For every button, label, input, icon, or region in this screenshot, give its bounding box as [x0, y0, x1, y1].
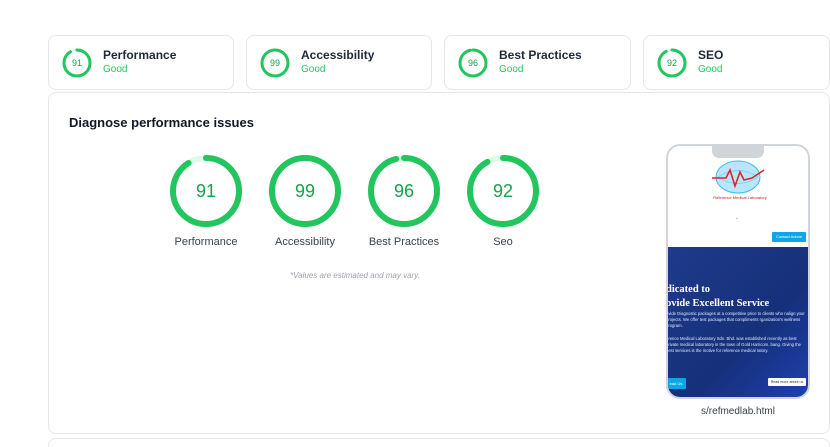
gauge-score: 91	[195, 181, 217, 201]
score-gauge: 92	[656, 47, 688, 79]
score-value: 91	[71, 57, 82, 68]
card-title: Performance	[103, 48, 177, 62]
summary-card-performance[interactable]: 91 Performance Good	[48, 35, 234, 90]
panel-title: Diagnose performance issues	[69, 115, 254, 130]
preview-url: s/refmedlab.html	[701, 406, 775, 417]
hero-secondary-button: Read more about us	[768, 378, 806, 386]
gauge-best-practices: 96 Best Practices	[354, 153, 454, 248]
score-gauge: 99	[259, 47, 291, 79]
gauge-label: Performance	[174, 236, 238, 248]
hero-title-line-2: ovide Excellent Service	[666, 298, 770, 309]
score-value: 96	[467, 57, 478, 68]
summary-card-best-practices[interactable]: 96 Best Practices Good	[444, 35, 631, 90]
gauge-accessibility: 99 Accessibility	[255, 153, 355, 248]
score-value: 99	[269, 57, 280, 68]
card-title: Accessibility	[301, 48, 375, 62]
hero-title: dicated to ovide Excellent Service	[666, 283, 770, 311]
summary-card-seo[interactable]: 92 SEO Good	[643, 35, 830, 90]
gauge-score: 99	[294, 181, 316, 201]
card-title: SEO	[698, 48, 724, 62]
score-gauge: 91	[61, 47, 93, 79]
phone-notch	[712, 146, 764, 158]
logo-caption: Reference Medical Laboratory	[713, 195, 767, 200]
hero-paragraph: ovide Diagnostic packages at a competiti…	[666, 311, 805, 328]
contact-admin-button: Contact Admin	[772, 232, 806, 242]
summary-card-accessibility[interactable]: 99 Accessibility Good	[246, 35, 432, 90]
card-title: Best Practices	[499, 48, 582, 62]
hero-primary-button: ead Us	[668, 378, 686, 389]
gauge-score: 92	[492, 181, 514, 201]
gauge-label: Seo	[493, 236, 513, 248]
hero-paragraph-2: erence Medical Laboratory Sdn. Bhd. was …	[666, 336, 801, 353]
small-icon: ▫	[736, 216, 738, 222]
card-status: Good	[499, 64, 524, 75]
card-status: Good	[301, 64, 326, 75]
gauge-label: Best Practices	[368, 236, 440, 248]
gauge-seo: 92 Seo	[453, 153, 553, 248]
card-status: Good	[103, 64, 128, 75]
gauge-score: 96	[393, 181, 415, 201]
hero-section: dicated to ovide Excellent Service ovide…	[668, 247, 808, 397]
gauge-performance: 91 Performance	[156, 153, 256, 248]
lab-logo-icon	[712, 160, 765, 194]
next-section-card	[48, 438, 830, 447]
card-status: Good	[698, 64, 723, 75]
hero-title-line-1: dicated to	[666, 284, 711, 295]
mobile-preview: Reference Medical Laboratory ▫ Contact A…	[666, 144, 810, 399]
score-gauge: 96	[457, 47, 489, 79]
estimate-note: *Values are estimated and may vary.	[290, 271, 420, 280]
gauge-label: Accessibility	[275, 236, 335, 248]
diagnose-panel: Diagnose performance issues 91 Performan…	[48, 92, 830, 434]
score-value: 92	[666, 57, 677, 68]
